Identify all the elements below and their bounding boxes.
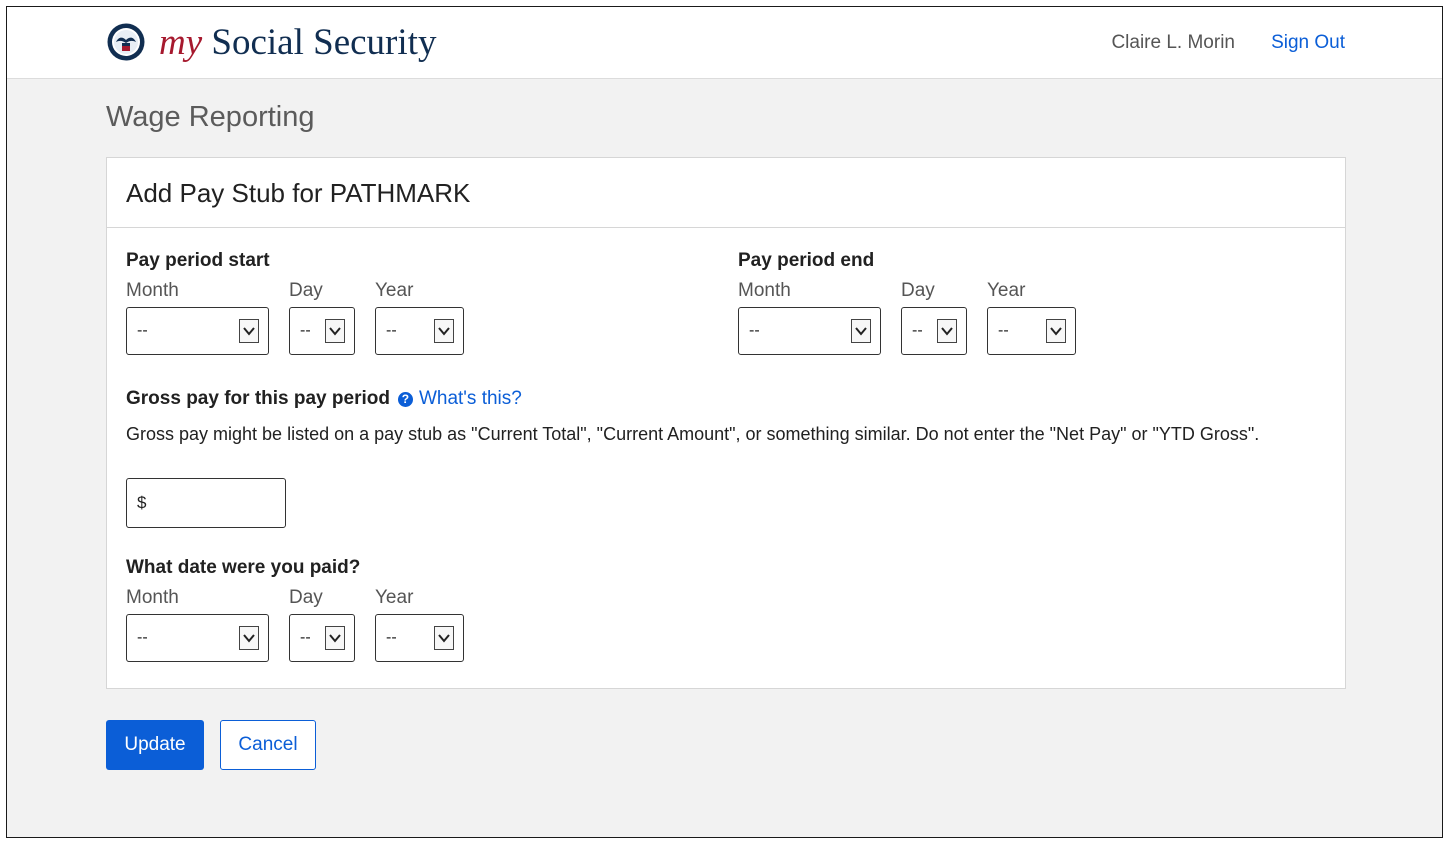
select-value: -- xyxy=(386,322,397,339)
question-circle-icon[interactable]: ? xyxy=(397,391,413,407)
gross-pay-help-text: Gross pay might be listed on a pay stub … xyxy=(126,424,1260,444)
pay-period-end-year-label: Year xyxy=(987,280,1026,301)
user-name: Claire L. Morin xyxy=(1111,32,1235,53)
pay-period-start-group: Pay period start Month Day Year -- -- -- xyxy=(126,250,486,380)
pay-period-start-year-label: Year xyxy=(375,280,414,301)
pay-period-start-year-select[interactable]: -- xyxy=(375,307,464,355)
pay-period-end-group: Pay period end Month Day Year -- -- -- xyxy=(738,250,1098,380)
paid-date-label: What date were you paid? xyxy=(126,557,361,578)
brand-my: my xyxy=(159,21,203,63)
chevron-down-icon xyxy=(434,319,454,343)
paid-date-month-label: Month xyxy=(126,587,179,608)
select-value: -- xyxy=(749,322,760,339)
pay-period-start-month-label: Month xyxy=(126,280,179,301)
pay-period-end-month-select[interactable]: -- xyxy=(738,307,881,355)
select-value: -- xyxy=(137,629,148,646)
paid-date-day-label: Day xyxy=(289,587,323,608)
pay-period-end-label: Pay period end xyxy=(738,250,875,271)
pay-period-end-year-select[interactable]: -- xyxy=(987,307,1076,355)
pay-period-start-day-select[interactable]: -- xyxy=(289,307,355,355)
paid-date-group: What date were you paid? Month Day Year … xyxy=(126,557,486,687)
gross-pay-field[interactable]: $ xyxy=(126,478,286,528)
paid-date-day-select[interactable]: -- xyxy=(289,614,355,662)
pay-period-end-day-label: Day xyxy=(901,280,935,301)
pay-period-end-month-label: Month xyxy=(738,280,791,301)
chevron-down-icon xyxy=(325,626,345,650)
chevron-down-icon xyxy=(937,319,957,343)
chevron-down-icon xyxy=(325,319,345,343)
pay-period-start-day-label: Day xyxy=(289,280,323,301)
site-header: my Social Security Claire L. Morin Sign … xyxy=(7,7,1442,79)
chevron-down-icon xyxy=(1046,319,1066,343)
gross-pay-label: Gross pay for this pay period xyxy=(126,388,390,409)
page-title: Wage Reporting xyxy=(106,101,315,133)
my-social-security-logo[interactable]: my Social Security xyxy=(107,23,436,61)
select-value: -- xyxy=(300,629,311,646)
pay-period-start-month-select[interactable]: -- xyxy=(126,307,269,355)
brand-name: my Social Security xyxy=(159,24,436,61)
pay-period-start-label: Pay period start xyxy=(126,250,270,271)
gross-pay-input[interactable] xyxy=(153,487,281,521)
app-window: my Social Security Claire L. Morin Sign … xyxy=(6,6,1443,838)
cancel-button[interactable]: Cancel xyxy=(220,720,316,770)
chevron-down-icon xyxy=(434,626,454,650)
select-value: -- xyxy=(912,322,923,339)
update-button[interactable]: Update xyxy=(106,720,204,770)
chevron-down-icon xyxy=(239,626,259,650)
paid-date-month-select[interactable]: -- xyxy=(126,614,269,662)
ssa-seal-icon xyxy=(107,23,145,61)
whats-this-link[interactable]: What's this? xyxy=(419,388,522,410)
chevron-down-icon xyxy=(239,319,259,343)
currency-symbol: $ xyxy=(137,493,147,512)
sign-out-link[interactable]: Sign Out xyxy=(1271,32,1345,54)
select-value: -- xyxy=(300,322,311,339)
paid-date-year-select[interactable]: -- xyxy=(375,614,464,662)
brand-social-security: Social Security xyxy=(202,21,437,63)
chevron-down-icon xyxy=(851,319,871,343)
select-value: -- xyxy=(386,629,397,646)
pay-period-end-day-select[interactable]: -- xyxy=(901,307,967,355)
select-value: -- xyxy=(998,322,1009,339)
add-pay-stub-panel: Add Pay Stub for PATHMARK Pay period sta… xyxy=(106,157,1346,689)
panel-title: Add Pay Stub for PATHMARK xyxy=(126,178,471,208)
paid-date-year-label: Year xyxy=(375,587,414,608)
select-value: -- xyxy=(137,322,148,339)
gross-pay-label-row: Gross pay for this pay period ? What's t… xyxy=(126,388,522,410)
panel-header: Add Pay Stub for PATHMARK xyxy=(107,158,1345,228)
